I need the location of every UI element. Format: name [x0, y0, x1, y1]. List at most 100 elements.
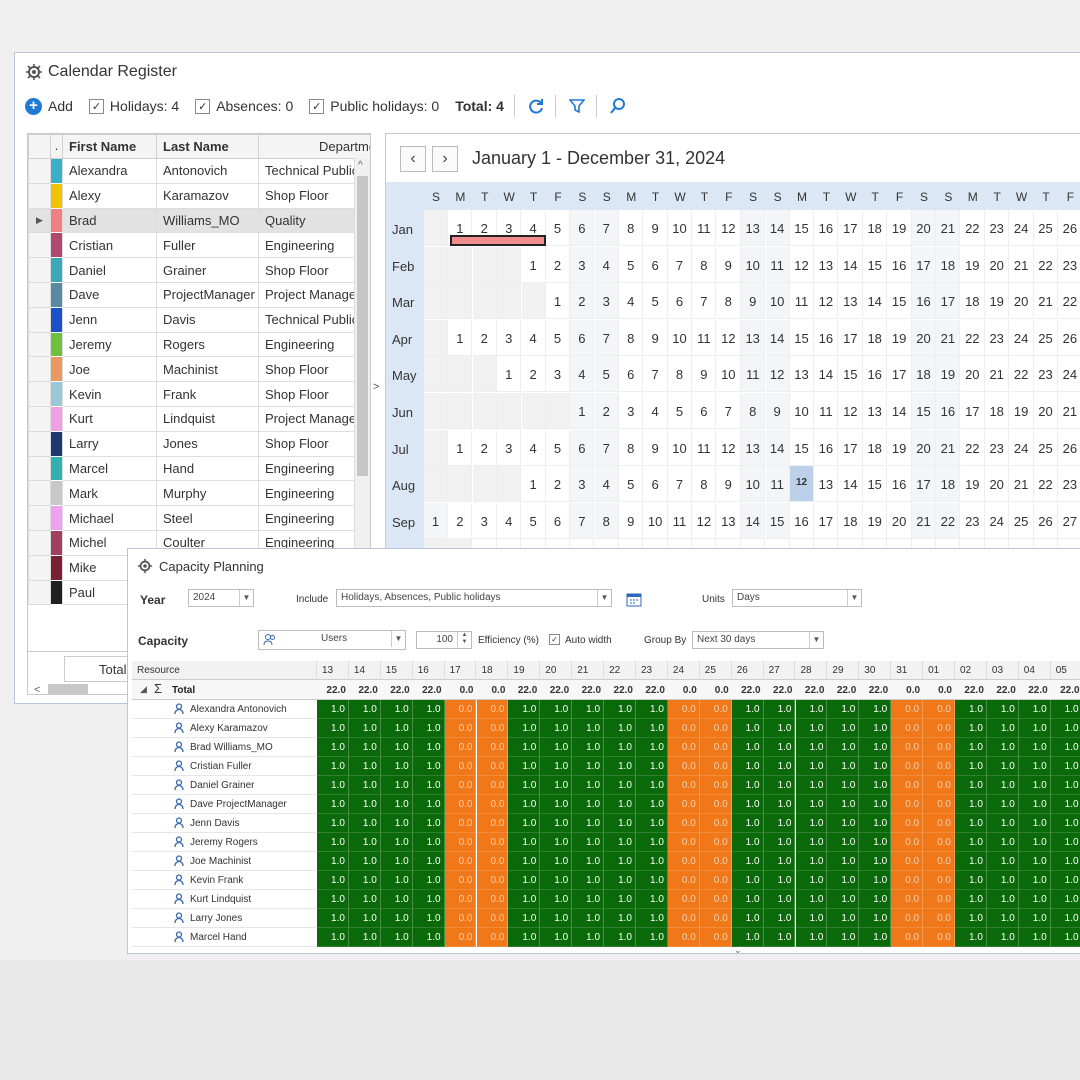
calendar-day-cell[interactable]: 9 [643, 210, 668, 246]
capacity-value-cell[interactable]: 1.0 [795, 776, 828, 795]
row-indicator[interactable] [28, 405, 51, 432]
capacity-value-cell[interactable]: 1.0 [348, 814, 381, 833]
capacity-value-cell[interactable]: 1.0 [763, 871, 796, 890]
calendar-day-cell[interactable]: 17 [838, 319, 863, 356]
holiday-value-cell[interactable]: 0.0 [699, 890, 732, 909]
capacity-value-cell[interactable]: 1.0 [508, 738, 541, 757]
capacity-value-cell[interactable]: 1.0 [827, 738, 860, 757]
capacity-value-cell[interactable]: 1.0 [1018, 757, 1051, 776]
day-column-header[interactable]: 23 [636, 661, 668, 680]
row-indicator[interactable] [28, 356, 51, 383]
calendar-day-cell[interactable]: 5 [546, 319, 570, 356]
capacity-value-cell[interactable]: 1.0 [986, 928, 1019, 947]
capacity-value-cell[interactable]: 1.0 [827, 928, 860, 947]
holiday-value-cell[interactable]: 0.0 [667, 909, 700, 928]
calendar-day-cell[interactable]: 18 [863, 429, 888, 466]
holiday-range-bar[interactable] [450, 235, 546, 246]
calendar-day-cell[interactable]: 11 [668, 502, 692, 539]
table-row[interactable]: Cristian Fuller Engineering [28, 232, 370, 259]
calendar-day-cell[interactable]: 9 [741, 283, 766, 320]
capacity-value-cell[interactable]: 1.0 [1018, 776, 1051, 795]
calendar-day-cell[interactable]: 6 [619, 356, 644, 393]
capacity-value-cell[interactable]: 1.0 [986, 738, 1019, 757]
capacity-value-cell[interactable]: 1.0 [317, 833, 349, 852]
calendar-day-cell[interactable]: 23 [1034, 356, 1058, 393]
last-name-cell[interactable]: Hand [156, 455, 259, 482]
calendar-day-cell[interactable]: 8 [716, 283, 741, 320]
calendar-day-cell[interactable]: 2 [594, 393, 619, 429]
day-column-header[interactable]: 05 [1051, 661, 1080, 680]
capacity-value-cell[interactable]: 1.0 [604, 700, 636, 719]
capacity-value-cell[interactable]: 1.0 [604, 833, 636, 852]
calendar-day-cell[interactable]: 20 [960, 356, 985, 393]
row-indicator[interactable] [28, 158, 51, 184]
calendar-day-cell[interactable]: 15 [863, 466, 888, 503]
day-column-header[interactable]: 20 [540, 661, 573, 680]
capacity-value-cell[interactable]: 1.0 [955, 738, 987, 757]
resource-row[interactable]: Alexy Karamazov 1.0 1.0 1.0 1.0 0.0 0.0 1.0 1.0 1… [132, 719, 1080, 738]
calendar-day-cell[interactable]: 11 [765, 246, 790, 283]
scroll-left-icon[interactable]: < [34, 684, 40, 696]
capacity-value-cell[interactable]: 1.0 [795, 757, 828, 776]
calendar-day-cell[interactable]: 8 [594, 502, 619, 539]
holiday-value-cell[interactable]: 0.0 [667, 814, 700, 833]
calendar-day-cell[interactable]: 13 [814, 466, 839, 503]
column-header-last-name[interactable]: Last Name [156, 134, 259, 159]
holiday-value-cell[interactable]: 0.0 [923, 700, 955, 719]
last-name-cell[interactable]: Karamazov [156, 182, 259, 209]
calendar-day-cell[interactable]: 15 [790, 210, 814, 246]
holiday-value-cell[interactable]: 0.0 [923, 890, 955, 909]
calendar-day-cell[interactable] [424, 210, 448, 246]
holiday-value-cell[interactable]: 0.0 [923, 738, 955, 757]
holiday-value-cell[interactable]: 0.0 [699, 700, 732, 719]
capacity-value-cell[interactable]: 1.0 [348, 776, 381, 795]
capacity-value-cell[interactable]: 1.0 [508, 890, 541, 909]
resource-row[interactable]: Kurt Lindquist 1.0 1.0 1.0 1.0 0.0 0.0 1.0 1.0 1.… [132, 890, 1080, 909]
calendar-day-cell[interactable]: 5 [594, 356, 619, 393]
calendar-day-cell[interactable]: 14 [814, 356, 839, 393]
calendar-day-cell[interactable]: 21 [936, 319, 961, 356]
holiday-value-cell[interactable]: 0.0 [891, 814, 924, 833]
capacity-value-cell[interactable]: 1.0 [412, 700, 445, 719]
first-name-cell[interactable]: Larry [62, 430, 157, 457]
chevron-down-icon[interactable]: ▼ [597, 590, 611, 606]
holiday-value-cell[interactable]: 0.0 [667, 719, 700, 738]
capacity-value-cell[interactable]: 1.0 [317, 890, 349, 909]
calendar-day-cell[interactable]: 1 [546, 283, 570, 320]
capacity-value-cell[interactable]: 1.0 [636, 871, 668, 890]
capacity-value-cell[interactable]: 1.0 [348, 890, 381, 909]
capacity-value-cell[interactable]: 1.0 [540, 700, 573, 719]
holiday-value-cell[interactable]: 0.0 [699, 719, 732, 738]
group-by-select[interactable]: Next 30 days ▼ [692, 631, 824, 649]
calendar-day-cell[interactable]: 1 [448, 319, 473, 356]
calendar-day-cell[interactable]: 17 [838, 429, 863, 466]
holiday-value-cell[interactable]: 0.0 [699, 757, 732, 776]
capacity-value-cell[interactable]: 1.0 [986, 700, 1019, 719]
calendar-day-cell[interactable]: 16 [814, 429, 839, 466]
capacity-value-cell[interactable]: 1.0 [763, 776, 796, 795]
calendar-day-cell[interactable] [472, 283, 497, 320]
calendar-day-cell[interactable]: 22 [936, 502, 961, 539]
calendar-day-cell[interactable]: 5 [619, 246, 644, 283]
holiday-value-cell[interactable]: 0.0 [476, 928, 509, 947]
chevron-down-icon[interactable]: ▼ [239, 590, 253, 606]
capacity-value-cell[interactable]: 1.0 [955, 700, 987, 719]
capacity-value-cell[interactable]: 1.0 [604, 928, 636, 947]
calendar-day-cell[interactable]: 24 [1009, 210, 1034, 246]
holiday-value-cell[interactable]: 0.0 [891, 871, 924, 890]
capacity-value-cell[interactable]: 1.0 [604, 757, 636, 776]
holiday-value-cell[interactable]: 0.0 [476, 909, 509, 928]
table-row[interactable]: Alexy Karamazov Shop Floor [28, 182, 370, 209]
capacity-value-cell[interactable]: 1.0 [955, 814, 987, 833]
table-row[interactable]: Alexandra Antonovich Technical Public [28, 158, 370, 184]
calendar-day-cell[interactable]: 14 [765, 319, 790, 356]
calendar-day-cell[interactable]: 4 [594, 466, 619, 503]
capacity-value-cell[interactable]: 1.0 [763, 814, 796, 833]
holiday-value-cell[interactable]: 0.0 [923, 757, 955, 776]
calendar-day-cell[interactable]: 22 [1034, 466, 1058, 503]
capacity-value-cell[interactable]: 1.0 [317, 871, 349, 890]
calendar-day-cell[interactable] [448, 283, 473, 320]
calendar-day-cell[interactable]: 14 [765, 210, 790, 246]
capacity-value-cell[interactable]: 1.0 [317, 928, 349, 947]
day-column-header[interactable]: 03 [987, 661, 1019, 680]
